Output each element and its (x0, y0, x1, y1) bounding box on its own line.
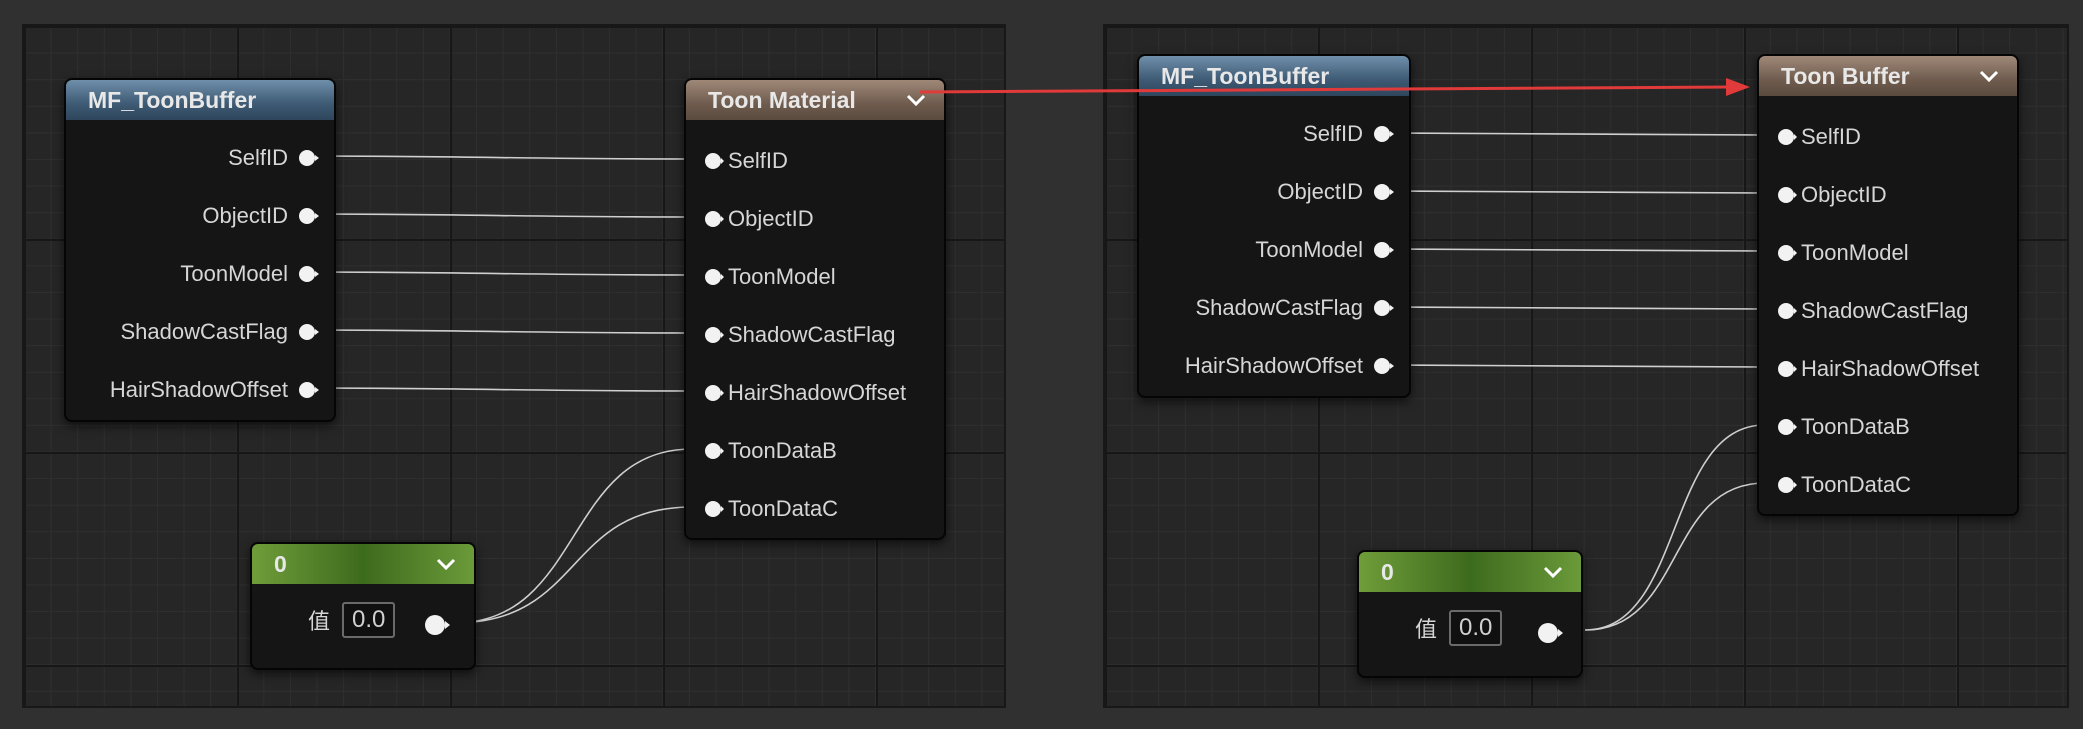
wire-objectid (300, 213, 693, 218)
pin-icon[interactable] (1775, 360, 1797, 378)
pin-icon[interactable] (298, 207, 319, 225)
wire-toondatac (1584, 482, 1766, 631)
pin-icon[interactable] (1373, 183, 1394, 201)
input-pin-selfid[interactable]: SelfID (1775, 122, 1861, 152)
input-pin-objectid[interactable]: ObjectID (702, 204, 814, 234)
input-pin-shadowcastflag[interactable]: ShadowCastFlag (1775, 296, 1969, 326)
pin-icon[interactable] (1775, 128, 1797, 146)
output-pin-hairshadowoffset[interactable]: HairShadowOffset (110, 375, 319, 405)
output-pin-toonmodel[interactable]: ToonModel (1255, 235, 1394, 265)
chevron-down-icon[interactable] (1539, 558, 1567, 586)
input-pin-toondatac[interactable]: ToonDataC (1775, 470, 1911, 500)
output-pin-shadowcastflag[interactable]: ShadowCastFlag (120, 317, 319, 347)
node-header[interactable]: 0 (252, 544, 474, 584)
value-row: 值 0.0 (308, 602, 396, 638)
wire-shadowcastflag (1379, 306, 1766, 310)
pin-icon[interactable] (298, 323, 319, 341)
chevron-down-icon[interactable] (902, 86, 930, 114)
input-pin-toonmodel[interactable]: ToonModel (702, 262, 836, 292)
left-material-graph[interactable]: MF_ToonBuffer SelfID ObjectID ToonModel … (22, 24, 1006, 708)
output-pin-toonmodel[interactable]: ToonModel (180, 259, 319, 289)
wire-toondatab (1584, 424, 1766, 631)
node-title: Toon Buffer (1781, 62, 1910, 89)
wire-selfid (300, 155, 693, 160)
chevron-down-icon[interactable] (1975, 62, 2003, 90)
chevron-down-icon[interactable] (432, 550, 460, 578)
mf-toonbuffer-node[interactable]: MF_ToonBuffer SelfID ObjectID ToonModel … (1137, 54, 1411, 398)
value-label: 值 (1415, 617, 1438, 642)
value-label: 值 (308, 609, 331, 634)
node-header[interactable]: Toon Material (686, 80, 944, 120)
output-pin-hairshadowoffset[interactable]: HairShadowOffset (1185, 351, 1394, 381)
node-title: 0 (274, 550, 287, 577)
input-pin-shadowcastflag[interactable]: ShadowCastFlag (702, 320, 896, 350)
pin-icon[interactable] (1775, 476, 1797, 494)
toon-material-node[interactable]: Toon Material SelfID ObjectID ToonModel … (684, 78, 946, 540)
pin-icon[interactable] (702, 500, 724, 518)
pin-icon[interactable] (702, 326, 724, 344)
pin-icon[interactable] (1373, 241, 1394, 259)
node-header[interactable]: MF_ToonBuffer (66, 80, 334, 120)
pin-icon[interactable] (1775, 418, 1797, 436)
pin-icon[interactable] (1775, 244, 1797, 262)
pin-icon[interactable] (1373, 357, 1394, 375)
right-material-graph[interactable]: MF_ToonBuffer SelfID ObjectID ToonModel … (1103, 24, 2069, 708)
input-pin-hairshadowoffset[interactable]: HairShadowOffset (1775, 354, 1979, 384)
output-pin-shadowcastflag[interactable]: ShadowCastFlag (1195, 293, 1394, 323)
node-header[interactable]: Toon Buffer (1759, 56, 2017, 96)
node-header[interactable]: MF_ToonBuffer (1139, 56, 1409, 96)
output-pin-icon[interactable] (424, 614, 450, 635)
wire-toondatab (453, 448, 693, 624)
constant-node[interactable]: 0 值 0.0 (250, 542, 476, 670)
wire-shadowcastflag (300, 329, 693, 334)
input-pin-selfid[interactable]: SelfID (702, 146, 788, 176)
node-title: MF_ToonBuffer (1161, 62, 1330, 89)
constant-node[interactable]: 0 值 0.0 (1357, 550, 1583, 678)
wire-hairshadowoffset (1379, 364, 1766, 368)
node-title: MF_ToonBuffer (88, 86, 257, 113)
node-title: 0 (1381, 558, 1394, 585)
pin-icon[interactable] (298, 381, 319, 399)
pin-icon[interactable] (1775, 186, 1797, 204)
output-pin-objectid[interactable]: ObjectID (1277, 177, 1394, 207)
pin-icon[interactable] (298, 149, 319, 167)
wire-toonmodel (300, 271, 693, 276)
output-pin-objectid[interactable]: ObjectID (202, 201, 319, 231)
pin-icon[interactable] (702, 384, 724, 402)
node-title: Toon Material (708, 86, 856, 113)
wire-selfid (1379, 132, 1766, 136)
wire-toonmodel (1379, 248, 1766, 252)
wire-objectid (1379, 190, 1766, 194)
pin-icon[interactable] (702, 152, 724, 170)
pin-icon[interactable] (1775, 302, 1797, 320)
pin-icon[interactable] (1373, 299, 1394, 317)
value-input[interactable]: 0.0 (342, 602, 396, 638)
input-pin-hairshadowoffset[interactable]: HairShadowOffset (702, 378, 906, 408)
node-header[interactable]: 0 (1359, 552, 1581, 592)
pin-icon[interactable] (702, 268, 724, 286)
output-pin-icon[interactable] (1537, 622, 1563, 643)
output-pin-selfid[interactable]: SelfID (228, 143, 319, 173)
pin-icon[interactable] (298, 265, 319, 283)
pin-icon[interactable] (702, 442, 724, 460)
output-pin-selfid[interactable]: SelfID (1303, 119, 1394, 149)
wire-toondatac (453, 506, 693, 624)
pin-icon[interactable] (702, 210, 724, 228)
toon-buffer-node[interactable]: Toon Buffer SelfID ObjectID ToonModel Sh… (1757, 54, 2019, 516)
input-pin-toonmodel[interactable]: ToonModel (1775, 238, 1909, 268)
mf-toonbuffer-node[interactable]: MF_ToonBuffer SelfID ObjectID ToonModel … (64, 78, 336, 422)
value-row: 值 0.0 (1415, 610, 1503, 646)
wire-hairshadowoffset (300, 387, 693, 392)
pin-icon[interactable] (1373, 125, 1394, 143)
input-pin-toondatab[interactable]: ToonDataB (1775, 412, 1910, 442)
value-input[interactable]: 0.0 (1449, 610, 1503, 646)
input-pin-toondatac[interactable]: ToonDataC (702, 494, 838, 524)
input-pin-objectid[interactable]: ObjectID (1775, 180, 1887, 210)
input-pin-toondatab[interactable]: ToonDataB (702, 436, 837, 466)
